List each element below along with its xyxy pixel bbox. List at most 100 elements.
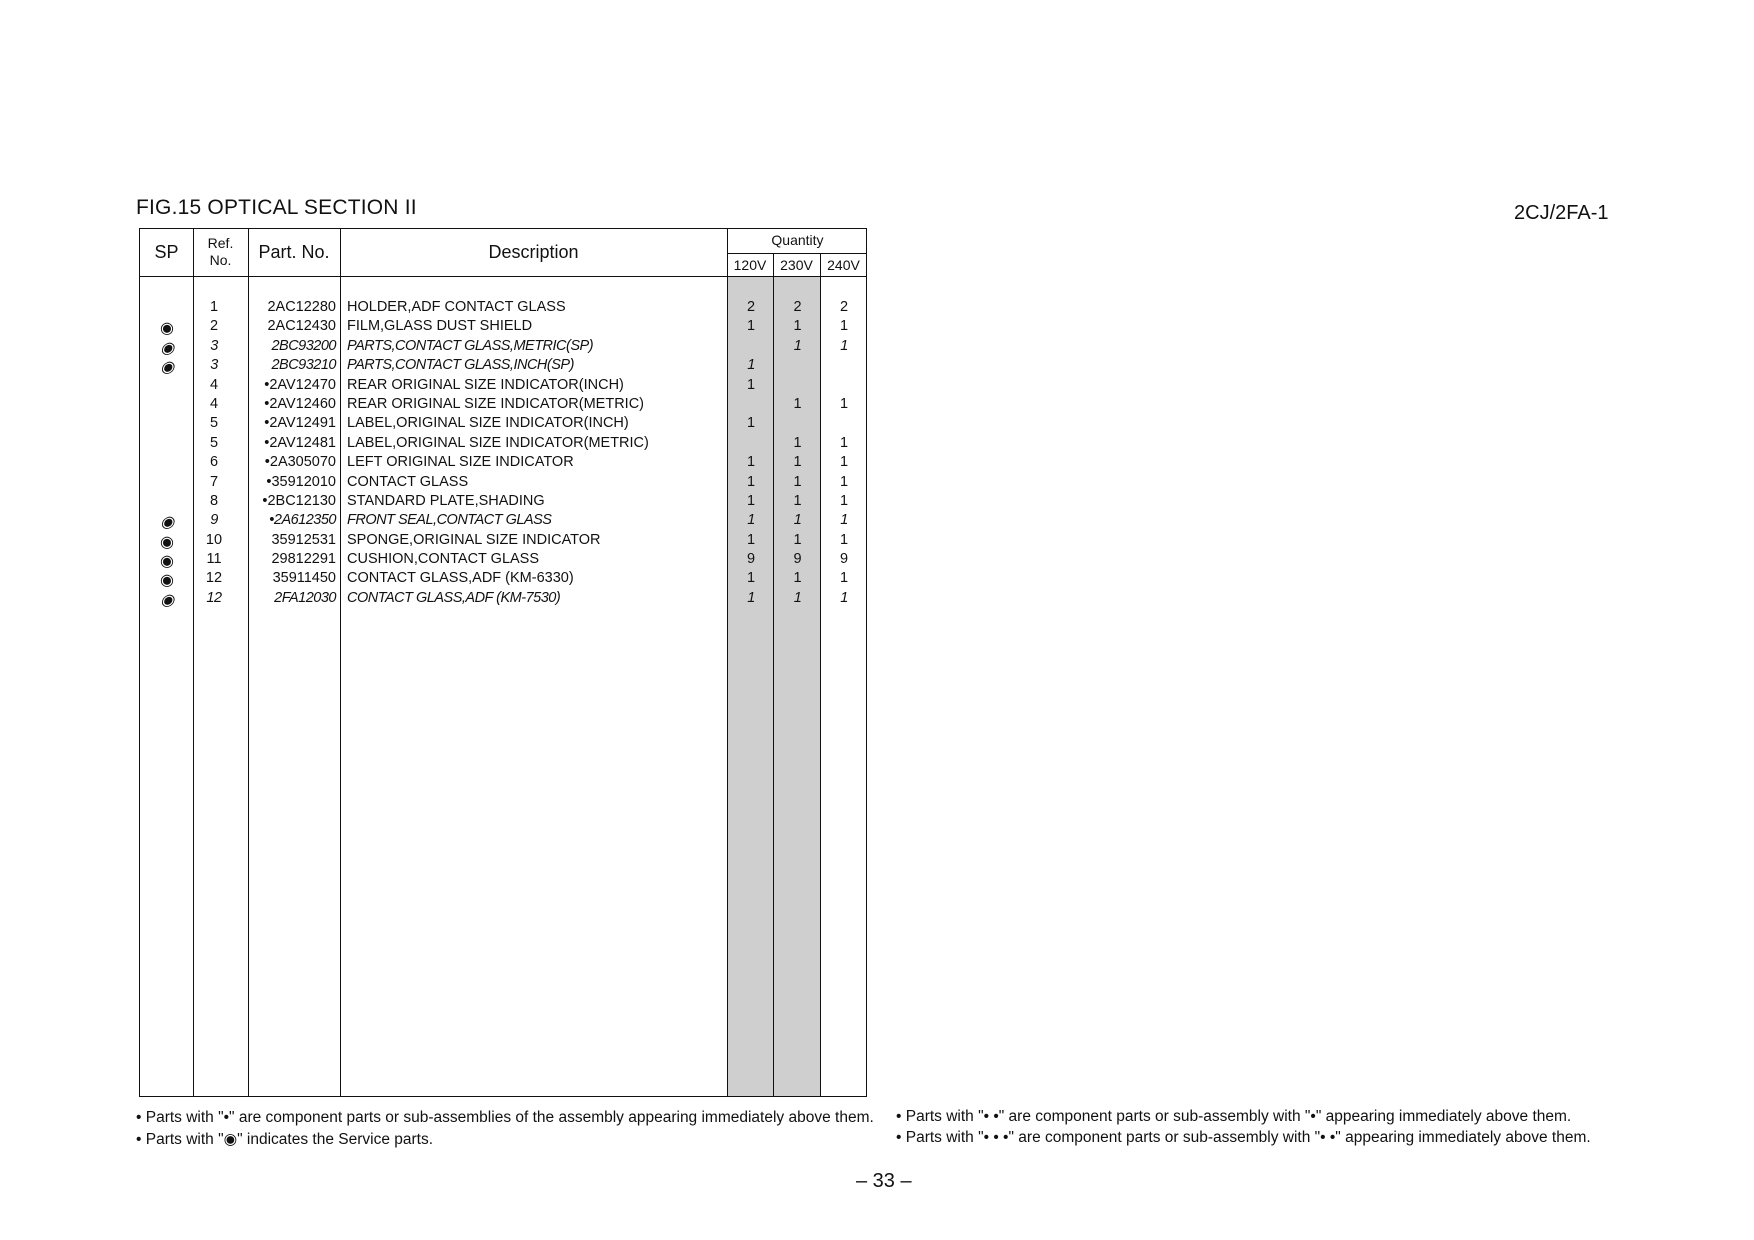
- description-cell: LABEL,ORIGINAL SIZE INDICATOR(METRIC): [347, 434, 649, 451]
- service-part-marker-icon: ◉: [160, 339, 174, 357]
- qty-120v-cell: 1: [746, 415, 756, 432]
- ref-no-cell: 5: [209, 415, 219, 432]
- part-no-cell: •35912010: [266, 473, 336, 490]
- qty-120v-cell: 1: [746, 454, 756, 471]
- table-body: 1 2AC12280 HOLDER,ADF CONTACT GLASS 2 2 2 ◉ 2 2A…: [140, 299, 866, 609]
- ref-no-cell: 3: [210, 357, 218, 374]
- part-no-cell: •2A612350: [269, 512, 336, 529]
- qty-230v-cell: 1: [793, 318, 802, 335]
- note-right-1: • Parts with "• •" are component parts o…: [896, 1108, 1572, 1125]
- header-230v: 230V: [780, 257, 813, 273]
- ref-no-cell: 4: [209, 376, 219, 393]
- qty-230v-cell: 1: [793, 473, 802, 490]
- qty-120v-cell: 1: [747, 512, 755, 529]
- qty-240v-cell: 1: [839, 318, 849, 335]
- ref-no-cell: 10: [205, 531, 223, 548]
- description-cell: FRONT SEAL,CONTACT GLASS: [347, 512, 552, 529]
- description-cell: LABEL,ORIGINAL SIZE INDICATOR(INCH): [347, 415, 629, 432]
- qty-230v-cell: 1: [793, 570, 802, 587]
- description-cell: FILM,GLASS DUST SHIELD: [347, 318, 533, 335]
- qty-240v-cell: 1: [839, 492, 849, 509]
- qty-120v-cell: 1: [746, 570, 756, 587]
- table-row: 8 •2BC12130 STANDARD PLATE,SHADING 1 1 1: [140, 493, 866, 512]
- part-no-cell: 35912531: [271, 531, 336, 548]
- qty-230v-cell: 1: [793, 337, 802, 354]
- table-row: ◉ 9 •2A612350 FRONT SEAL,CONTACT GLASS 1 1 1: [140, 512, 866, 531]
- qty-230v-cell: 1: [793, 512, 802, 529]
- description-cell: HOLDER,ADF CONTACT GLASS: [347, 299, 566, 315]
- table-row: 6 •2A305070 LEFT ORIGINAL SIZE INDICATOR 1 1…: [140, 454, 866, 473]
- part-no-cell: •2AV12470: [264, 376, 336, 393]
- part-no-cell: •2AV12460: [264, 395, 336, 412]
- ref-no-cell: 6: [209, 454, 219, 471]
- table-row: 7 •35912010 CONTACT GLASS 1 1 1: [140, 474, 866, 493]
- header-description: Description: [488, 242, 579, 262]
- description-cell: REAR ORIGINAL SIZE INDICATOR(INCH): [347, 376, 624, 393]
- qty-120v-cell: 9: [746, 551, 756, 568]
- header-divider: [140, 276, 866, 277]
- qty-230v-cell: 1: [793, 492, 802, 509]
- ref-no-cell: 1: [209, 299, 219, 315]
- part-no-cell: •2AV12481: [264, 434, 336, 451]
- description-cell: CONTACT GLASS: [347, 473, 469, 490]
- service-part-marker-icon: ◉: [160, 553, 174, 571]
- qty-240v-cell: 1: [839, 454, 849, 471]
- qty-240v-cell: 1: [840, 589, 848, 606]
- qty-240v-cell: 1: [839, 473, 849, 490]
- header-240v: 240V: [827, 257, 860, 273]
- ref-no-cell: 9: [210, 512, 218, 529]
- qty-120v-cell: 2: [746, 299, 756, 315]
- part-no-cell: 2BC93210: [271, 357, 336, 374]
- table-row: 5 •2AV12491 LABEL,ORIGINAL SIZE INDICATOR(…: [140, 415, 866, 434]
- qty-240v-cell: 1: [839, 395, 849, 412]
- ref-no-cell: 7: [209, 473, 219, 490]
- description-cell: CUSHION,CONTACT GLASS: [347, 551, 540, 568]
- ref-no-cell: 12: [205, 570, 223, 587]
- note-left-2: • Parts with "◉" indicates the Service p…: [136, 1131, 434, 1148]
- qty-240v-cell: 1: [840, 337, 848, 354]
- table-row: ◉ 3 2BC93210 PARTS,CONTACT GLASS,INCH(SP) 1: [140, 357, 866, 376]
- part-no-cell: 35911450: [272, 570, 336, 587]
- table-row: ◉ 11 29812291 CUSHION,CONTACT GLASS 9 9 9: [140, 551, 866, 570]
- ref-no-cell: 3: [210, 337, 218, 354]
- header-ref-line2: No.: [209, 252, 232, 268]
- table-row: 4 •2AV12460 REAR ORIGINAL SIZE INDICATOR(M…: [140, 396, 866, 415]
- header-120v: 120V: [733, 257, 767, 273]
- qty-240v-cell: 1: [839, 531, 849, 548]
- part-no-cell: 2FA12030: [274, 589, 336, 606]
- description-cell: LEFT ORIGINAL SIZE INDICATOR: [347, 454, 574, 471]
- service-part-marker-icon: ◉: [160, 320, 174, 338]
- qty-120v-cell: 1: [746, 531, 756, 548]
- part-no-cell: 29812291: [271, 551, 336, 568]
- part-no-cell: •2A305070: [264, 454, 336, 471]
- description-cell: PARTS,CONTACT GLASS,METRIC(SP): [347, 337, 594, 354]
- table-row: ◉ 10 35912531 SPONGE,ORIGINAL SIZE INDICATO…: [140, 532, 866, 551]
- header-part-no: Part. No.: [258, 242, 330, 262]
- ref-no-cell: 8: [209, 492, 219, 509]
- table-row: ◉ 12 35911450 CONTACT GLASS,ADF (KM-6330) 1 1…: [140, 570, 866, 589]
- header-sp: SP: [154, 242, 179, 262]
- qty-230v-cell: 1: [793, 434, 802, 451]
- qty-230v-cell: 2: [793, 299, 802, 315]
- service-part-marker-icon: ◉: [160, 591, 174, 609]
- service-part-marker-icon: ◉: [160, 572, 174, 590]
- table-row: ◉ 12 2FA12030 CONTACT GLASS,ADF (KM-7530) 1 1…: [140, 590, 866, 609]
- table-row: 4 •2AV12470 REAR ORIGINAL SIZE INDICATOR(I…: [140, 377, 866, 396]
- figure-title: FIG.15 OPTICAL SECTION II: [136, 196, 417, 219]
- qty-240v-cell: 1: [840, 512, 848, 529]
- qty-240v-cell: 1: [839, 570, 849, 587]
- table-row: 1 2AC12280 HOLDER,ADF CONTACT GLASS 2 2 2: [140, 299, 866, 318]
- service-part-marker-icon: ◉: [160, 533, 174, 551]
- part-no-cell: 2BC93200: [271, 337, 336, 354]
- qty-120v-cell: 1: [746, 473, 756, 490]
- page-number: – 33 –: [856, 1170, 912, 1192]
- description-cell: CONTACT GLASS,ADF (KM-6330): [347, 570, 574, 587]
- qty-230v-cell: 1: [793, 589, 802, 606]
- parts-table: SP Ref. No. Part. No. Description Quanti…: [139, 228, 867, 1097]
- header-ref-line1: Ref.: [207, 235, 234, 251]
- table-row: 5 •2AV12481 LABEL,ORIGINAL SIZE INDICATOR(…: [140, 435, 866, 454]
- part-no-cell: 2AC12430: [267, 318, 336, 335]
- part-no-cell: •2AV12491: [264, 415, 336, 432]
- description-cell: SPONGE,ORIGINAL SIZE INDICATOR: [347, 531, 601, 548]
- service-part-marker-icon: ◉: [160, 514, 174, 532]
